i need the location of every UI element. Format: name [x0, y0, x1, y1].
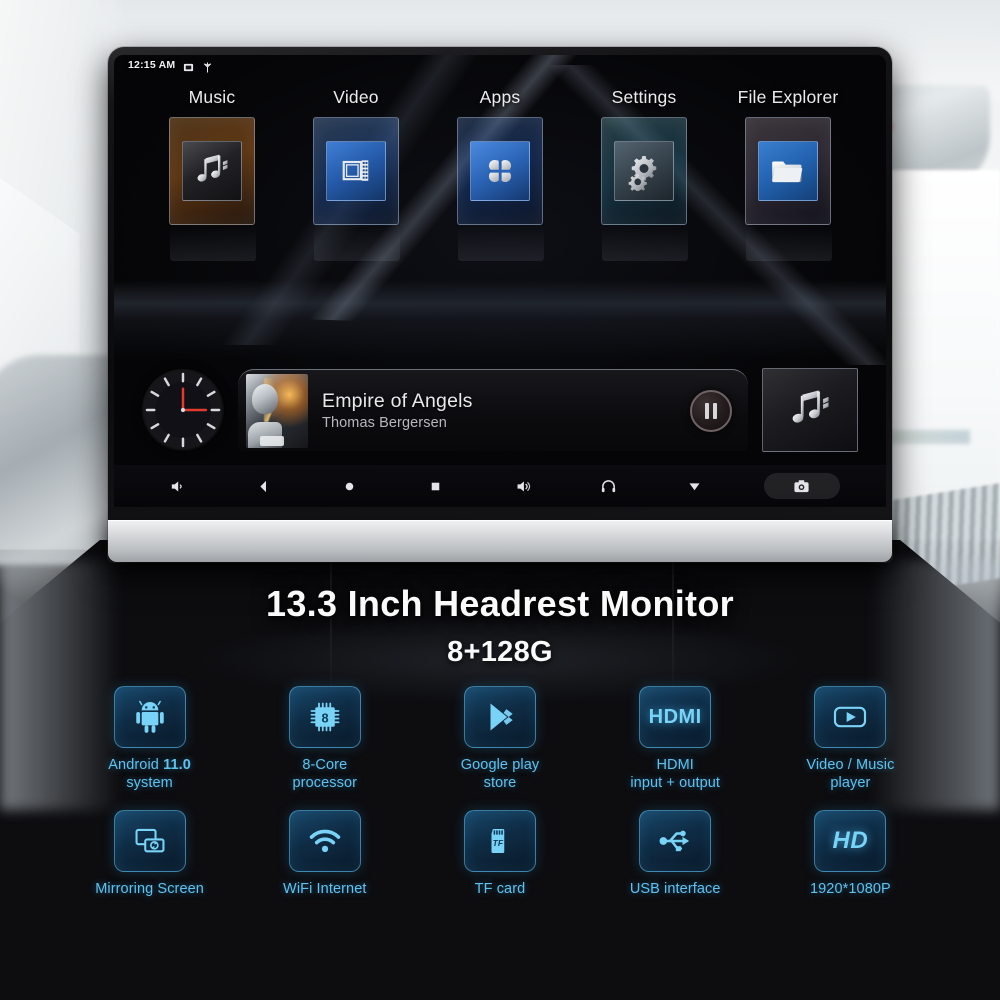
screenshot-icon: [183, 60, 194, 71]
recents-icon[interactable]: [419, 473, 453, 499]
wifi-icon: [288, 810, 361, 873]
menu-item-video[interactable]: Video: [294, 87, 418, 261]
track-title: Empire of Angels: [322, 389, 473, 412]
status-bar-clock: 12:15 AM: [128, 59, 176, 71]
feature-google-play: Google play store: [412, 686, 587, 792]
track-meta: Empire of Angels Thomas Bergersen: [322, 390, 676, 431]
apps-grid-icon: [470, 141, 530, 201]
menu-label-settings: Settings: [611, 87, 677, 107]
screen-mirroring-icon: [113, 810, 186, 873]
location-icon: [202, 60, 213, 73]
screenshot-camera-button[interactable]: [763, 473, 840, 499]
gears-icon: [614, 141, 674, 201]
feature-grid: Android 11.0 system 8 8-Core processor G…: [62, 686, 938, 899]
menu-item-settings[interactable]: Settings: [582, 87, 706, 261]
google-play-icon: [463, 686, 536, 748]
hd-text-icon: HD: [814, 810, 887, 873]
status-bar: 12:15 AM: [114, 55, 886, 75]
hdmi-badge-text: HDMI: [648, 705, 702, 728]
analog-clock-widget[interactable]: [142, 369, 224, 451]
feature-label-mirroring: Mirroring Screen: [95, 881, 204, 898]
album-art: [246, 373, 308, 448]
headrest-seam-left: [330, 545, 332, 705]
feature-mirroring: Mirroring Screen: [62, 810, 237, 899]
menu-label-file-explorer: File Explorer: [737, 87, 839, 107]
headphones-icon[interactable]: [591, 473, 625, 499]
feature-label-usb: USB interface: [629, 881, 721, 898]
menu-item-file-explorer[interactable]: File Explorer: [726, 87, 850, 261]
volume-down-icon[interactable]: [160, 473, 194, 499]
tf-badge-text: TF: [493, 838, 504, 848]
product-subtitle: 8+128G: [447, 636, 553, 668]
music-shortcut-tile[interactable]: [762, 368, 858, 452]
headrest-monitor: 12:15 AM Music Video Apps Settings File …: [108, 47, 892, 562]
android-nav-bar: [114, 465, 886, 507]
tf-card-icon: TF: [463, 810, 536, 873]
feature-label-tf-card: TF card: [474, 881, 526, 898]
track-artist: Thomas Bergersen: [322, 415, 447, 432]
feature-label-video-player: Video / Music player: [806, 757, 895, 791]
product-title: 13.3 Inch Headrest Monitor: [266, 583, 734, 624]
feature-label-resolution: 1920*1080P: [809, 881, 891, 898]
collapse-down-icon[interactable]: [678, 473, 712, 499]
feature-video-player: Video / Music player: [763, 686, 938, 792]
music-note-icon: [792, 390, 829, 423]
menu-label-music: Music: [188, 87, 236, 107]
menu-tile-apps[interactable]: [457, 117, 544, 261]
pause-button[interactable]: [690, 389, 732, 432]
feature-hdmi: HDMI HDMI input + output: [588, 686, 763, 792]
hdmi-text-icon: HDMI: [639, 686, 712, 748]
menu-tile-file-explorer[interactable]: [745, 117, 832, 261]
hd-badge-text: HD: [832, 827, 869, 855]
android-robot-icon: [113, 686, 186, 748]
cpu-chip-icon: 8: [288, 686, 361, 748]
feature-tf-card: TF TF card: [412, 810, 587, 899]
menu-item-apps[interactable]: Apps: [438, 87, 562, 261]
back-icon[interactable]: [246, 473, 280, 499]
home-icon[interactable]: [333, 473, 367, 499]
feature-wifi: WiFi Internet: [237, 810, 412, 899]
feature-usb: USB interface: [588, 810, 763, 899]
video-player-icon: [814, 686, 887, 748]
monitor-screen[interactable]: 12:15 AM Music Video Apps Settings File …: [114, 55, 886, 507]
menu-tile-music[interactable]: [169, 117, 256, 261]
menu-label-apps: Apps: [479, 87, 521, 107]
menu-label-video: Video: [333, 87, 379, 107]
feature-label-hdmi: HDMI input + output: [630, 757, 721, 791]
music-note-icon: [182, 141, 242, 201]
cpu-core-count: 8: [321, 710, 328, 725]
headrest-seam-right: [672, 545, 674, 705]
menu-item-music[interactable]: Music: [150, 87, 274, 261]
screenshot-root: 12:15 AM Music Video Apps Settings File …: [0, 0, 1000, 1000]
menu-tile-settings[interactable]: [601, 117, 688, 261]
feature-label-wifi: WiFi Internet: [283, 881, 367, 898]
feature-cpu: 8 8-Core processor: [237, 686, 412, 792]
usb-icon: [639, 810, 712, 873]
now-playing-card[interactable]: Empire of Angels Thomas Bergersen: [238, 369, 748, 451]
volume-up-icon[interactable]: [505, 473, 539, 499]
feature-label-google-play: Google play store: [460, 757, 540, 791]
feature-label-cpu: 8-Core processor: [292, 757, 358, 791]
folder-icon: [758, 141, 818, 201]
now-playing-row: Empire of Angels Thomas Bergersen: [114, 355, 886, 465]
menu-tile-video[interactable]: [313, 117, 400, 261]
home-menu: Music Video Apps Settings File Explorer: [114, 75, 886, 261]
feature-android: Android 11.0 system: [62, 686, 237, 792]
feature-label-android: Android 11.0 system: [108, 757, 191, 791]
film-strip-icon: [326, 141, 386, 201]
monitor-bottom-bezel: [108, 520, 892, 562]
feature-resolution: HD 1920*1080P: [763, 810, 938, 899]
